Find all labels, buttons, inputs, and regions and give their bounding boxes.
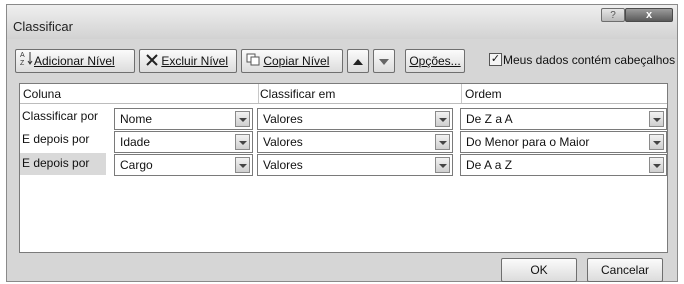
sort-on-select[interactable]: Valores xyxy=(257,154,453,176)
chevron-down-icon[interactable] xyxy=(235,157,250,173)
sort-on-select[interactable]: Valores xyxy=(257,131,453,153)
chevron-down-icon[interactable] xyxy=(435,157,450,173)
order-select-value: Do Menor para o Maior xyxy=(466,135,590,149)
order-select[interactable]: De A a Z xyxy=(460,154,667,176)
column-select-value: Idade xyxy=(120,135,151,149)
move-down-button[interactable] xyxy=(373,49,395,73)
add-level-label: Adicionar Nível xyxy=(34,54,115,68)
sort-on-select-value: Valores xyxy=(263,112,303,126)
svg-text:Z: Z xyxy=(20,60,25,66)
ok-button[interactable]: OK xyxy=(501,258,577,282)
copy-level-button[interactable]: Copiar Nível xyxy=(241,49,343,73)
header-order: Ordem xyxy=(465,87,502,101)
sort-on-select-value: Valores xyxy=(263,158,303,172)
dialog-title: Classificar xyxy=(13,19,73,34)
column-select[interactable]: Nome xyxy=(114,108,253,130)
add-level-button[interactable]: AZ Adicionar Nível xyxy=(15,49,135,73)
column-select[interactable]: Idade xyxy=(114,131,253,153)
title-bar: Classificar ? x xyxy=(7,5,677,39)
chevron-down-icon[interactable] xyxy=(649,157,664,173)
order-select[interactable]: Do Menor para o Maior xyxy=(460,131,667,153)
chevron-down-icon[interactable] xyxy=(235,111,250,127)
chevron-down-icon[interactable] xyxy=(235,134,250,150)
delete-level-label: Excluir Nível xyxy=(161,54,229,68)
help-button[interactable]: ? xyxy=(601,8,625,22)
close-button[interactable]: x xyxy=(625,8,673,22)
column-select[interactable]: Cargo xyxy=(114,154,253,176)
has-headers-label: Meus dados contém cabeçalhos xyxy=(503,53,676,67)
sort-add-icon: AZ xyxy=(20,50,34,73)
row-label: E depois por xyxy=(22,132,90,146)
sort-levels-list: Coluna Classificar em Ordem Classificar … xyxy=(19,83,668,253)
sort-on-select-value: Valores xyxy=(263,135,303,149)
header-separator xyxy=(258,84,259,103)
sort-dialog: Classificar ? x AZ Adicionar Nível Exclu… xyxy=(6,4,678,282)
sort-on-select[interactable]: Valores xyxy=(257,108,453,130)
delete-level-button[interactable]: Excluir Nível xyxy=(139,49,237,73)
move-up-button[interactable] xyxy=(347,49,369,73)
delete-x-icon xyxy=(146,51,158,73)
order-select-value: De A a Z xyxy=(466,158,513,172)
header-sort-on: Classificar em xyxy=(260,87,336,101)
toolbar: AZ Adicionar Nível Excluir Nível Copiar … xyxy=(7,41,677,73)
chevron-down-icon[interactable] xyxy=(435,134,450,150)
header-column: Coluna xyxy=(23,87,62,101)
options-button[interactable]: Opções... xyxy=(405,49,465,73)
column-select-value: Nome xyxy=(120,112,153,126)
order-select[interactable]: De Z a A xyxy=(460,108,667,130)
row-label: Classificar por xyxy=(22,109,99,123)
copy-icon xyxy=(246,51,260,73)
svg-text:A: A xyxy=(20,52,25,59)
header-separator xyxy=(461,84,462,103)
cancel-button[interactable]: Cancelar xyxy=(587,258,663,282)
row-label: E depois por xyxy=(20,153,106,175)
header-divider xyxy=(20,103,667,104)
chevron-down-icon[interactable] xyxy=(435,111,450,127)
order-select-value: De Z a A xyxy=(466,112,513,126)
column-select-value: Cargo xyxy=(120,158,153,172)
chevron-down-icon[interactable] xyxy=(649,111,664,127)
has-headers-checkbox[interactable]: ✓ xyxy=(489,53,502,66)
chevron-down-icon[interactable] xyxy=(649,134,664,150)
triangle-up-icon xyxy=(353,51,363,73)
triangle-down-icon xyxy=(379,51,389,73)
copy-level-label: Copiar Nível xyxy=(263,54,330,68)
options-label: Opções... xyxy=(409,54,461,68)
